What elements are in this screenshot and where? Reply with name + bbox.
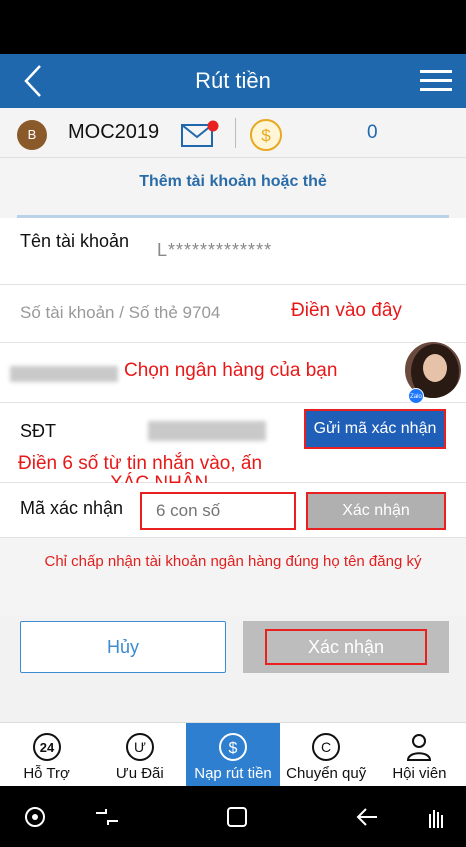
annotation-enter-code: Điền 6 số từ tin nhắn vào, ấn <box>18 453 263 474</box>
code-label: Mã xác nhận <box>20 498 124 518</box>
coin-icon: $ <box>250 119 282 151</box>
back-icon[interactable] <box>352 802 382 832</box>
annotation-fill-here: Điền vào đây <box>291 300 402 321</box>
bank-select[interactable]: Chọn ngân hàng của bạn <box>0 343 466 403</box>
code-input[interactable] <box>140 492 296 530</box>
tab-add-account-label: Thêm tài khoản hoặc thẻ <box>139 173 327 190</box>
nav-deposit-withdraw[interactable]: $ Nạp rút tiền <box>186 723 280 786</box>
svg-text:$: $ <box>261 126 271 145</box>
account-name-value: L************* <box>157 240 273 260</box>
tab-add-account[interactable]: Thêm tài khoản hoặc thẻ <box>0 158 466 218</box>
account-name-row: Tên tài khoản L************* <box>0 218 466 285</box>
hamburger-menu-icon[interactable] <box>420 66 452 96</box>
status-bar <box>0 0 466 54</box>
blurred-bank-name <box>10 366 118 382</box>
app-header: Rút tiền <box>0 54 466 108</box>
phone-row: SĐT Gửi mã xác nhận Điền 6 số từ tin nhắ… <box>0 403 466 483</box>
account-bar: B MOC2019 $ 0 <box>0 108 466 158</box>
nav-member-label: Hội viên <box>392 765 447 782</box>
nav-support[interactable]: 24 Hỗ Trợ <box>0 723 93 786</box>
divider <box>235 118 236 148</box>
account-number-placeholder: Số tài khoản / Số thẻ 9704 <box>20 303 221 322</box>
nav-promo-label: Ưu Đãi <box>115 765 164 782</box>
bottom-nav: 24 Hỗ Trợ Ư Ưu Đãi $ Nạp rút tiền C Chuy… <box>0 722 466 786</box>
zalo-badge: Zalo <box>408 388 424 404</box>
annotation-choose-bank: Chọn ngân hàng của bạn <box>124 360 338 381</box>
account-number-field[interactable]: Số tài khoản / Số thẻ 9704 Điền vào đây <box>0 285 466 343</box>
svg-text:24: 24 <box>39 740 54 755</box>
nav-support-label: Hỗ Trợ <box>23 765 70 782</box>
support-24-icon: 24 <box>32 733 61 761</box>
dollar-icon: $ <box>219 733 247 761</box>
cancel-button[interactable]: Hủy <box>20 621 226 673</box>
svg-text:Ư: Ư <box>134 739 146 755</box>
svg-text:C: C <box>321 739 331 755</box>
confirm-button[interactable]: Xác nhận <box>243 621 449 673</box>
balance-value: 0 <box>367 122 378 143</box>
username: MOC2019 <box>68 121 160 143</box>
page-title: Rút tiền <box>195 68 271 93</box>
chat-avatar-face <box>423 354 447 382</box>
promo-icon: Ư <box>125 733 154 761</box>
mail-icon[interactable] <box>181 120 219 148</box>
blurred-phone-number <box>148 421 266 441</box>
code-row: Mã xác nhận Xác nhận <box>0 483 466 538</box>
assistant-icon[interactable] <box>20 802 50 832</box>
nav-promo[interactable]: Ư Ưu Đãi <box>93 723 186 786</box>
confirm-highlight <box>265 629 427 665</box>
nav-member[interactable]: Hội viên <box>373 723 466 786</box>
phone-label: SĐT <box>20 421 56 441</box>
recent-apps-icon[interactable] <box>92 802 122 832</box>
notice-area: Chỉ chấp nhận tài khoản ngân hàng đúng h… <box>0 538 466 616</box>
nav-transfer[interactable]: C Chuyển quỹ <box>280 723 373 786</box>
system-nav-bar <box>0 786 466 847</box>
gesture-hand-icon[interactable] <box>420 802 450 832</box>
send-code-button[interactable]: Gửi mã xác nhận <box>304 409 446 449</box>
transfer-icon: C <box>312 733 341 761</box>
svg-text:$: $ <box>229 740 238 757</box>
home-icon[interactable] <box>222 802 252 832</box>
withdraw-content: B MOC2019 $ 0 Thêm tài khoản hoặc thẻ Tê… <box>0 108 466 722</box>
avatar: B <box>17 120 47 150</box>
code-confirm-button[interactable]: Xác nhận <box>306 492 446 530</box>
notice-text: Chỉ chấp nhận tài khoản ngân hàng đúng h… <box>44 553 422 570</box>
nav-transfer-label: Chuyển quỹ <box>286 765 367 782</box>
account-name-label: Tên tài khoản <box>20 231 130 251</box>
nav-deposit-withdraw-label: Nạp rút tiền <box>194 765 272 782</box>
user-icon <box>407 734 432 761</box>
